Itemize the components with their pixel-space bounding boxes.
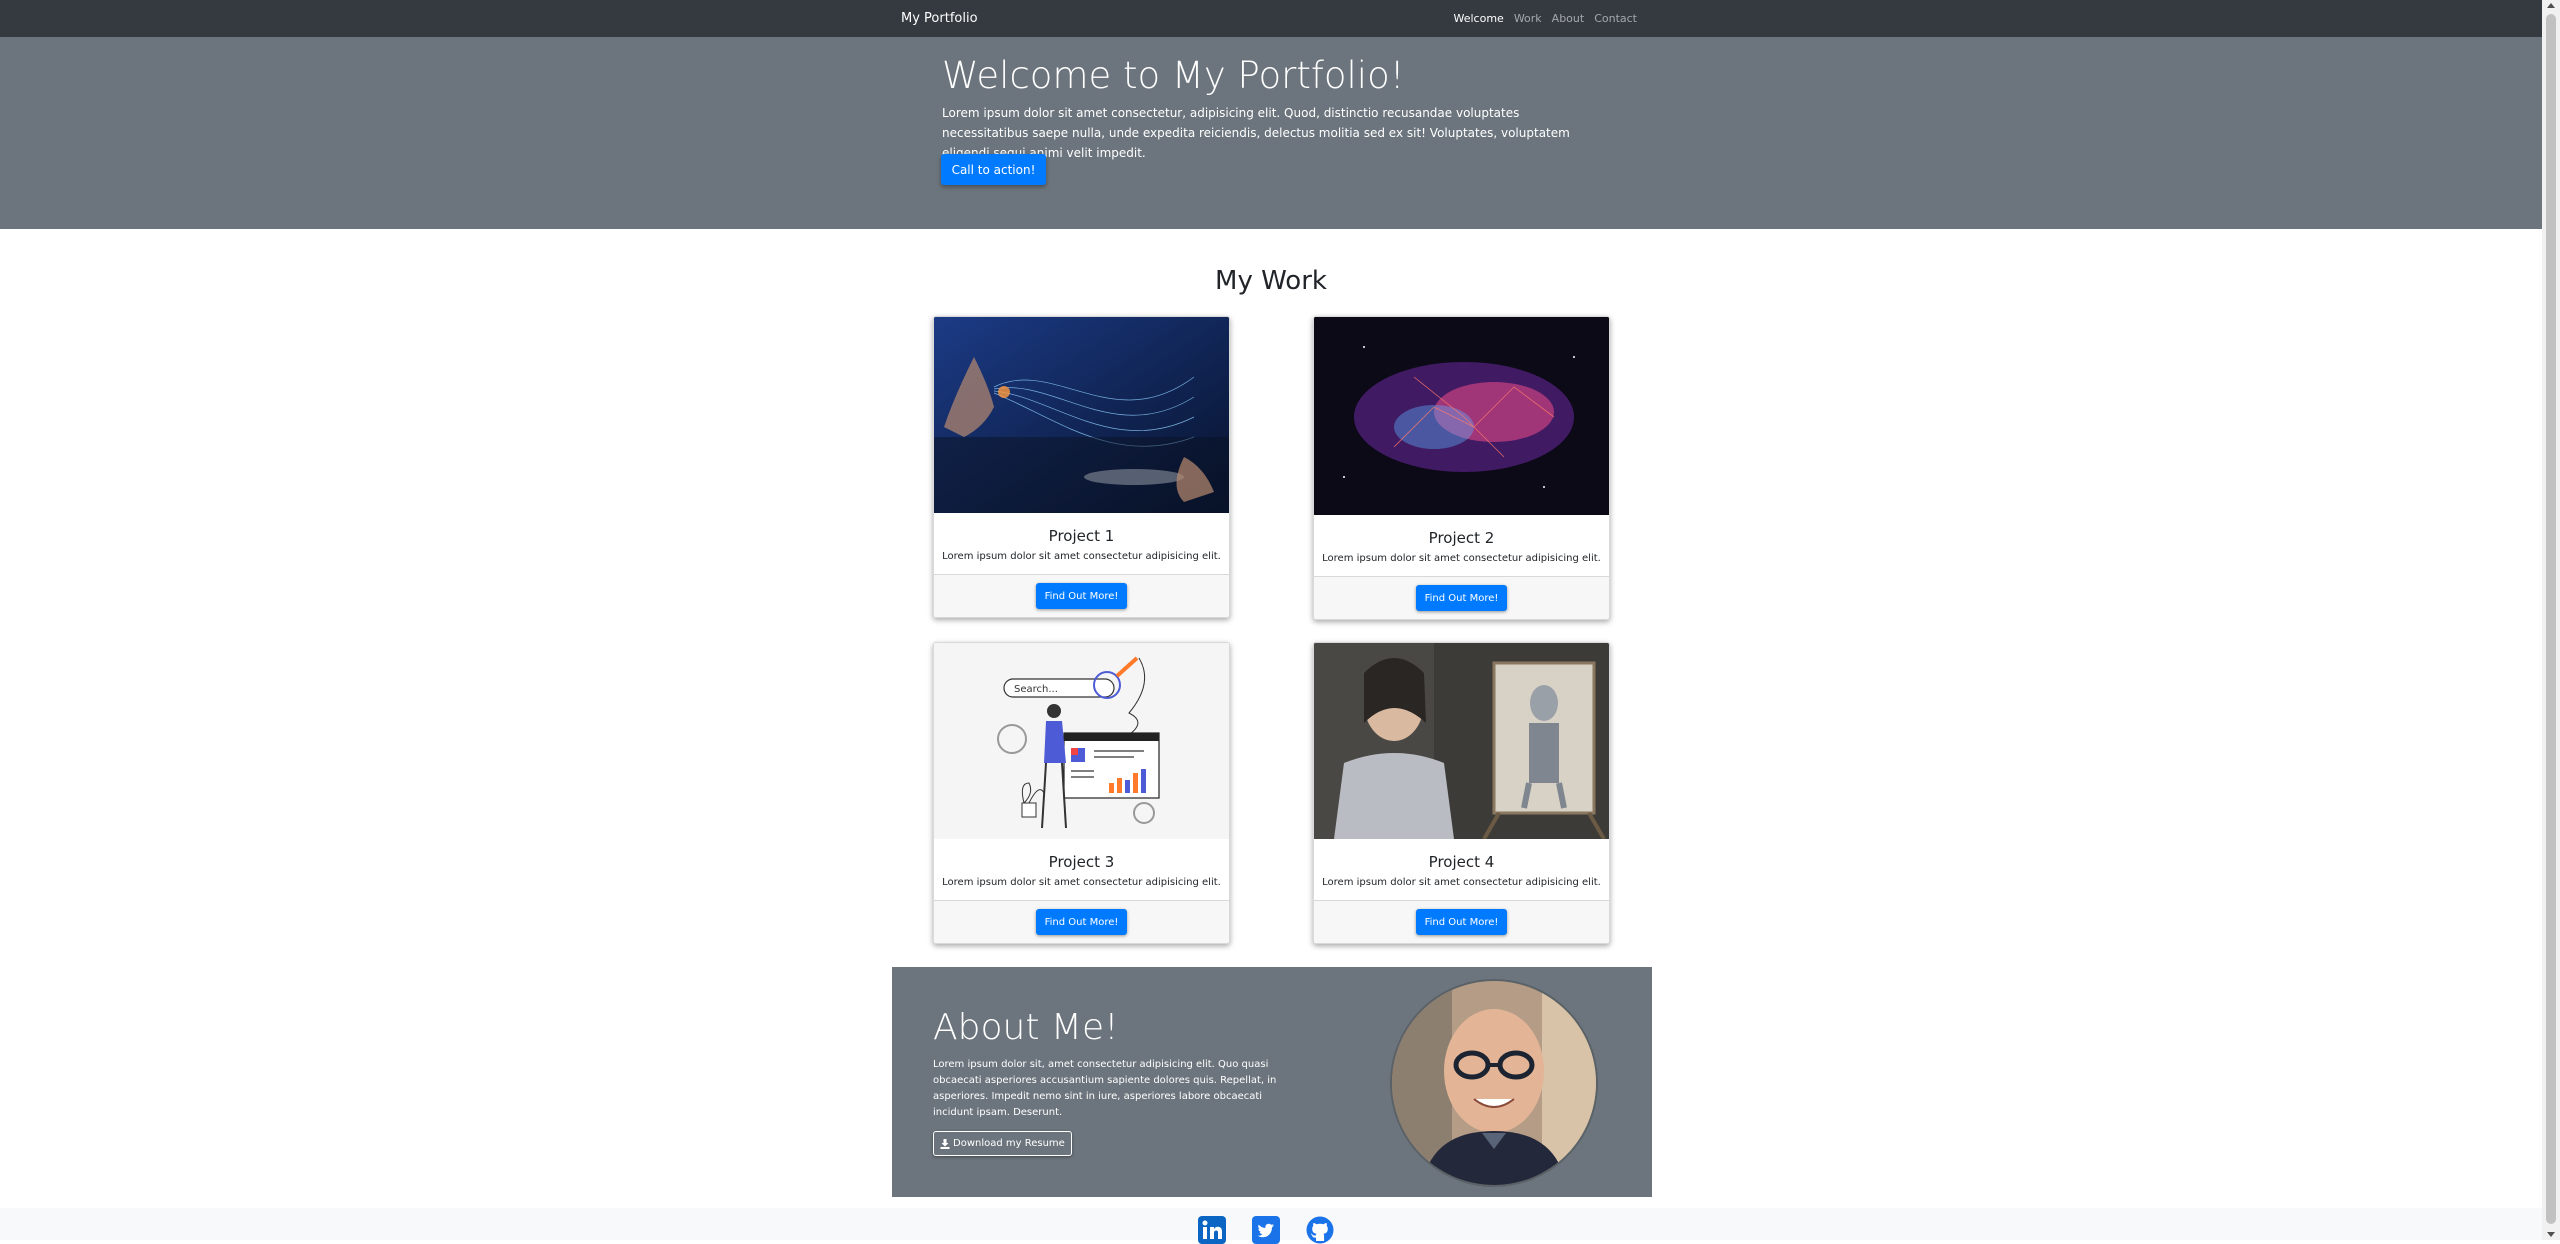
nav-link-contact[interactable]: Contact — [1594, 0, 1637, 37]
scroll-thumb[interactable] — [2546, 14, 2556, 1224]
download-resume-button[interactable]: Download my Resume — [933, 1131, 1072, 1156]
project-4-title: Project 4 — [1428, 853, 1495, 871]
project-card-1: Project 1 Lorem ipsum dolor sit amet con… — [933, 316, 1230, 618]
nav-link-welcome[interactable]: Welcome — [1453, 0, 1503, 37]
download-resume-label: Download my Resume — [953, 1138, 1065, 1149]
project-1-image — [934, 317, 1229, 513]
project-2-title: Project 2 — [1428, 529, 1495, 547]
scroll-up-arrow-icon[interactable] — [2547, 3, 2555, 8]
navbar-brand[interactable]: My Portfolio — [901, 0, 978, 37]
navbar: My Portfolio Welcome Work About Contact — [0, 0, 2542, 37]
project-card-2: Project 2 Lorem ipsum dolor sit amet con… — [1313, 316, 1610, 620]
work-section-title: My Work — [1215, 266, 1327, 296]
project-4-footer: Find Out More! — [1314, 900, 1609, 943]
robot-painter-illustration — [1314, 643, 1609, 840]
project-3-text: Lorem ipsum dolor sit amet consectetur a… — [942, 877, 1221, 888]
project-3-title: Project 3 — [1048, 853, 1115, 871]
project-2-image — [1314, 317, 1609, 515]
about-section: About Me! Lorem ipsum dolor sit, amet co… — [892, 967, 1652, 1197]
call-to-action-button[interactable]: Call to action! — [941, 154, 1046, 185]
project-1-find-out-more-button[interactable]: Find Out More! — [1036, 583, 1127, 609]
hero-title: Welcome to My Portfolio! — [942, 54, 1405, 97]
project-card-4: Project 4 Lorem ipsum dolor sit amet con… — [1313, 642, 1610, 944]
avatar — [1390, 979, 1598, 1187]
search-placeholder-text: Search... — [1014, 684, 1058, 695]
page-scrollbar[interactable] — [2542, 0, 2560, 1240]
digital-hand-tablet-illustration — [934, 317, 1229, 513]
project-4-find-out-more-button[interactable]: Find Out More! — [1416, 909, 1507, 935]
project-4-text: Lorem ipsum dolor sit amet consectetur a… — [1322, 877, 1601, 888]
about-text: Lorem ipsum dolor sit, amet consectetur … — [933, 1059, 1277, 1118]
project-2-text: Lorem ipsum dolor sit amet consectetur a… — [1322, 553, 1601, 564]
project-3-footer: Find Out More! — [934, 900, 1229, 943]
project-2-find-out-more-button[interactable]: Find Out More! — [1416, 585, 1507, 611]
project-2-footer: Find Out More! — [1314, 576, 1609, 619]
project-4-image — [1314, 643, 1609, 840]
nav-links: Welcome Work About Contact — [1453, 0, 1637, 37]
hero-section: Welcome to My Portfolio! Lorem ipsum dol… — [0, 37, 2542, 229]
project-1-footer: Find Out More! — [934, 574, 1229, 617]
project-3-image: Search... — [934, 643, 1229, 839]
cosmic-nebula-illustration — [1314, 317, 1609, 515]
nav-link-about[interactable]: About — [1552, 0, 1585, 37]
project-1-text: Lorem ipsum dolor sit amet consectetur a… — [942, 551, 1221, 562]
nav-link-work[interactable]: Work — [1514, 0, 1542, 37]
download-icon — [940, 1138, 950, 1149]
footer — [0, 1208, 2542, 1244]
profile-photo — [1392, 981, 1596, 1185]
about-title: About Me! — [933, 1007, 1119, 1048]
search-analytics-illustration: Search... — [934, 643, 1229, 839]
project-3-find-out-more-button[interactable]: Find Out More! — [1036, 909, 1127, 935]
project-card-3: Search... Project 3 Lorem ipsum dolor si… — [933, 642, 1230, 944]
scroll-down-arrow-icon[interactable] — [2547, 1232, 2555, 1237]
project-1-title: Project 1 — [1048, 527, 1115, 545]
